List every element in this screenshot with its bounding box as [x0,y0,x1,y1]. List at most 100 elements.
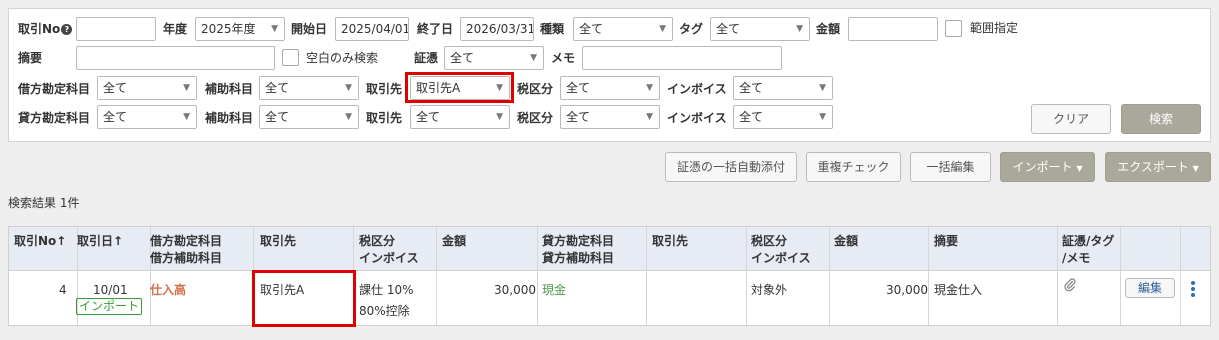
chevron-down-icon: ▼ [183,112,190,122]
result-count: 検索結果 1件 [8,196,80,210]
cell-credit-account[interactable]: 現金 [542,282,566,298]
header-credit-tax: 税区分 [751,234,788,248]
credit-sub-value: 全て [265,110,290,124]
column-divider [1180,227,1181,325]
summary-label: 摘要 [18,51,43,65]
chevron-down-icon: ▼ [345,83,352,93]
cell-credit-tax: 対象外 [751,283,788,297]
cell-debit-tax: 課仕 10% [359,283,414,297]
header-debit-tax: 税区分 [359,234,396,248]
cell-no: 4 [59,283,67,297]
cell-summary: 現金仕入 [934,283,983,297]
chevron-down-icon: ▼ [796,24,803,34]
debit-sub-select[interactable]: 全て ▼ [259,76,359,100]
credit-sub-select[interactable]: 全て ▼ [259,105,359,129]
kind-select[interactable]: 全て ▼ [573,17,673,41]
chevron-down-icon: ▼ [183,83,190,93]
auto-attach-button[interactable]: 証憑の一括自動添付 [665,152,797,182]
amount-input[interactable] [848,17,938,41]
chevron-down-icon: ▼ [271,24,278,34]
evidence-value: 全て [450,51,475,65]
header-credit-invoice: インボイス [751,251,811,265]
duplicate-check-button[interactable]: 重複チェック [806,152,901,182]
debit-account-select[interactable]: 全て ▼ [97,76,197,100]
nendo-value: 2025年度 [201,22,256,36]
evidence-select[interactable]: 全て ▼ [444,46,544,70]
memo-label: メモ [551,51,576,65]
column-divider [436,227,437,325]
caret-down-icon: ▼ [1076,164,1083,173]
paperclip-icon[interactable] [1064,278,1076,296]
start-date-input[interactable]: 2025/04/01 [335,17,409,41]
chevron-down-icon: ▼ [659,24,666,34]
debit-tax-select[interactable]: 全て ▼ [560,76,660,100]
debit-invoice-select[interactable]: 全て ▼ [733,76,833,100]
credit-invoice-select[interactable]: 全て ▼ [733,105,833,129]
blank-only-label: 空白のみ検索 [306,51,379,65]
chevron-down-icon: ▼ [819,83,826,93]
header-credit-account: 貸方勘定科目 [542,234,615,248]
blank-only-checkbox[interactable] [282,49,299,66]
column-divider [1057,227,1058,325]
header-date[interactable]: 取引日↑ [77,233,123,250]
debit-account-value: 全て [103,81,128,95]
debit-tax-value: 全て [566,81,591,95]
range-label: 範囲指定 [970,21,1019,35]
credit-account-select[interactable]: 全て ▼ [97,105,197,129]
clear-button[interactable]: クリア [1031,104,1111,134]
column-divider [746,227,747,325]
header-debit-partner: 取引先 [260,234,297,248]
end-date-input[interactable]: 2026/03/31 [460,17,534,41]
column-divider [928,227,929,325]
credit-account-label: 貸方勘定科目 [18,111,91,125]
credit-partner-value: 全て [416,110,441,124]
tag-select[interactable]: 全て ▼ [710,17,810,41]
export-button[interactable]: エクスポート ▼ [1105,152,1211,182]
credit-invoice-label: インボイス [667,111,727,125]
credit-tax-select[interactable]: 全て ▼ [560,105,660,129]
import-button[interactable]: インポート ▼ [1000,152,1095,182]
chevron-down-icon: ▼ [496,112,503,122]
header-memo: /メモ [1062,251,1091,265]
torihiki-no-label: 取引No? [18,21,73,37]
memo-input[interactable] [582,46,782,70]
tag-label: タグ [679,22,704,36]
column-divider [537,227,538,325]
cell-debit-account[interactable]: 仕入高 [150,282,186,298]
header-debit-amount: 金額 [442,234,467,248]
help-icon[interactable]: ? [61,24,73,35]
search-button[interactable]: 検索 [1121,104,1201,134]
column-divider [829,227,830,325]
credit-invoice-value: 全て [739,110,764,124]
tag-value: 全て [716,22,741,36]
column-divider [1120,227,1121,325]
credit-partner-select[interactable]: 全て ▼ [410,105,510,129]
summary-input[interactable] [76,46,275,70]
debit-invoice-label: インボイス [667,82,727,96]
sort-up-icon: ↑ [113,234,124,248]
nendo-label: 年度 [163,22,188,36]
header-no[interactable]: 取引No↑ [14,233,66,250]
nendo-select[interactable]: 2025年度 ▼ [195,17,285,41]
import-label: インポート [1012,160,1073,174]
cell-credit-amount: 30,000 [886,283,928,297]
kind-value: 全て [579,22,604,36]
credit-partner-label: 取引先 [366,111,403,125]
kind-label: 種類 [540,22,565,36]
end-date-label: 終了日 [417,22,454,36]
torihiki-no-input[interactable] [76,17,156,41]
edit-button[interactable]: 編集 [1125,278,1175,298]
debit-invoice-value: 全て [739,81,764,95]
more-vertical-icon[interactable] [1190,279,1198,299]
cell-debit-invoice: 80%控除 [359,304,410,318]
debit-sub-label: 補助科目 [205,82,254,96]
header-credit-amount: 金額 [834,234,859,248]
debit-sub-value: 全て [265,81,290,95]
credit-sub-label: 補助科目 [205,111,254,125]
export-label: エクスポート [1117,160,1189,174]
header-debit-sub: 借方補助科目 [150,251,223,265]
highlight-frame [252,270,356,327]
evidence-label: 証憑 [414,51,439,65]
bulk-edit-button[interactable]: 一括編集 [910,152,991,182]
range-checkbox[interactable] [945,20,962,37]
